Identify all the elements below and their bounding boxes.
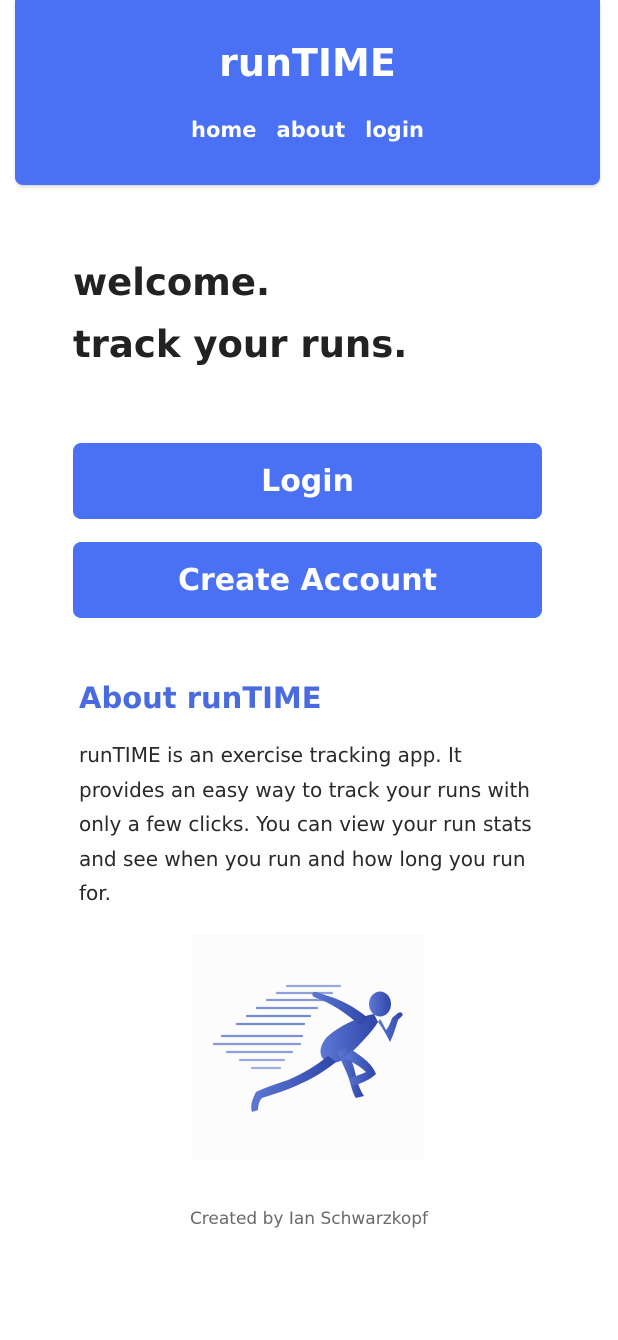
nav-home-link[interactable]: home xyxy=(191,114,257,146)
login-button[interactable]: Login xyxy=(73,443,542,519)
main-nav: home about login xyxy=(15,114,600,146)
hero-heading: welcome. track your runs. xyxy=(73,252,407,376)
app-title: runTIME xyxy=(219,41,396,85)
hero-line-welcome: welcome. xyxy=(73,261,271,304)
nav-login-link[interactable]: login xyxy=(365,114,424,146)
footer-credit: Created by Ian Schwarzkopf xyxy=(189,1209,429,1229)
about-heading: About runTIME xyxy=(79,681,322,715)
running-man-image xyxy=(192,934,424,1160)
running-man-icon xyxy=(212,984,403,1112)
create-account-button[interactable]: Create Account xyxy=(73,542,542,618)
nav-about-link[interactable]: about xyxy=(277,114,346,146)
hero-line-tagline: track your runs. xyxy=(73,323,408,366)
about-description: runTIME is an exercise tracking app. It … xyxy=(79,743,532,905)
top-header: runTIME home about login xyxy=(15,0,600,185)
